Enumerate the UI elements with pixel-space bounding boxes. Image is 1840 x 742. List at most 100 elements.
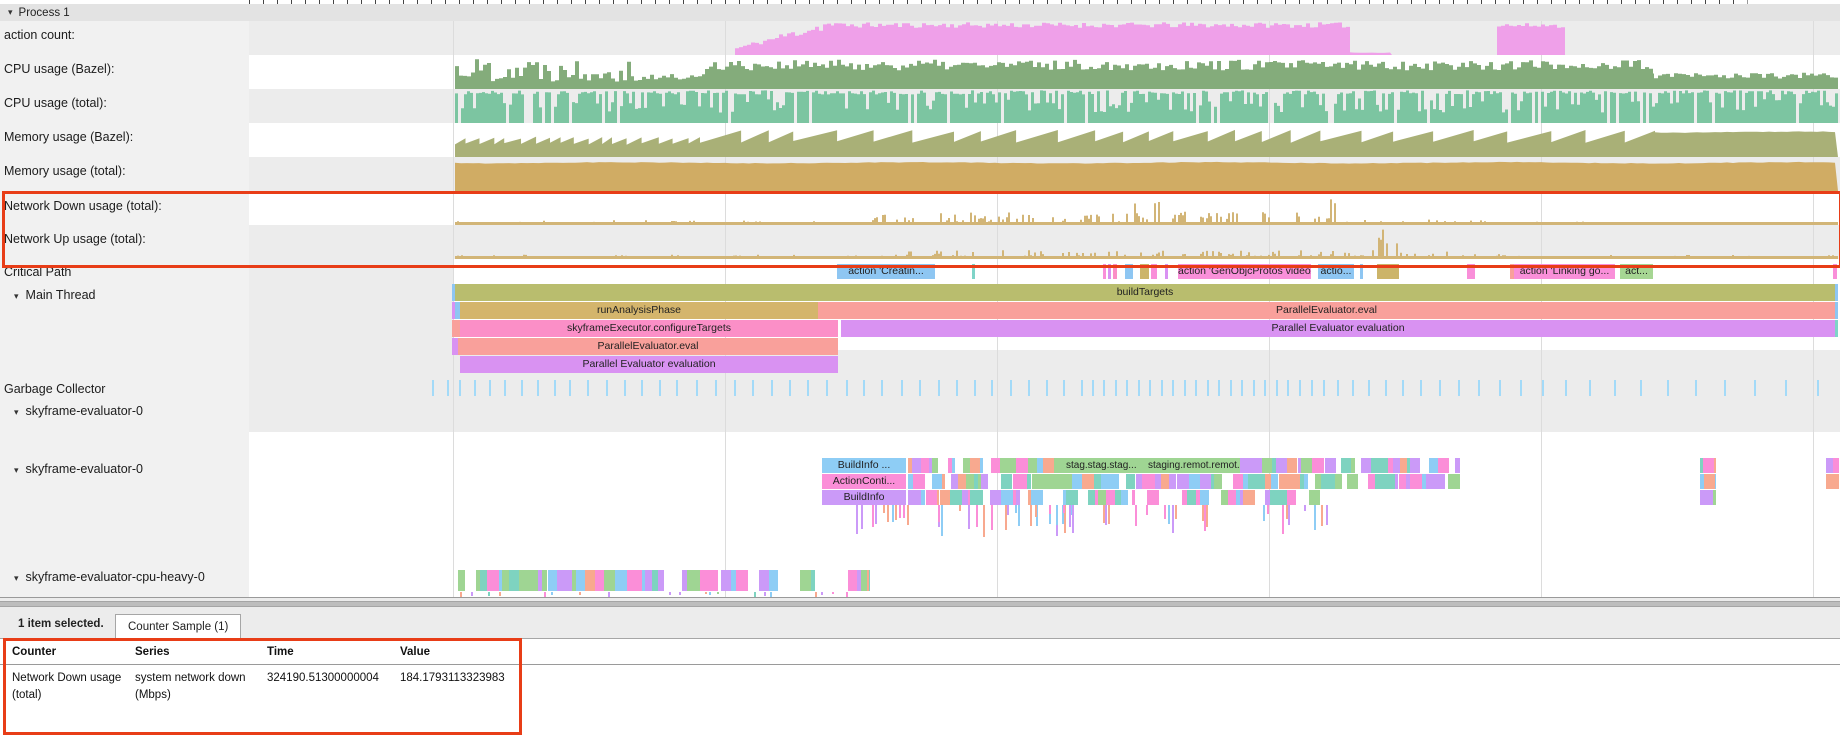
evaluator-slice-group[interactable]: stag.stag.stag...staging.remot.remot...	[1062, 458, 1240, 473]
cpu-heavy-slice[interactable]	[615, 570, 627, 591]
evaluator-slice[interactable]	[1826, 458, 1833, 473]
critical-path-slice[interactable]	[1113, 264, 1117, 279]
evaluator-slice[interactable]	[1288, 474, 1298, 489]
gc-event-tick[interactable]	[956, 380, 958, 396]
evaluator-slice[interactable]	[1704, 474, 1715, 489]
evaluator-slice[interactable]	[1713, 490, 1717, 505]
evaluator-slice[interactable]	[1087, 474, 1094, 489]
main-thread-slice[interactable]: buildTargets	[455, 284, 1835, 301]
gc-event-tick[interactable]	[1138, 380, 1140, 396]
gc-event-tick[interactable]	[1046, 380, 1048, 396]
evaluator-slice[interactable]	[991, 458, 1000, 473]
gc-event-tick[interactable]	[771, 380, 773, 396]
gc-event-tick[interactable]	[537, 380, 539, 396]
evaluator-slice[interactable]	[1248, 474, 1255, 489]
evaluator-slice[interactable]	[1368, 474, 1375, 489]
gc-event-tick[interactable]	[1218, 380, 1220, 396]
gc-event-tick[interactable]	[1520, 380, 1522, 396]
collapse-arrow-icon[interactable]: ▾	[14, 573, 19, 583]
evaluator-slice[interactable]	[1361, 458, 1371, 473]
gc-event-tick[interactable]	[447, 380, 449, 396]
evaluator-slice[interactable]	[1399, 474, 1407, 489]
gc-event-tick[interactable]	[521, 380, 523, 396]
evaluator-slice[interactable]	[1214, 474, 1223, 489]
gc-event-tick[interactable]	[1161, 380, 1163, 396]
evaluator-slice[interactable]	[1228, 490, 1235, 505]
evaluator-slice[interactable]	[1031, 490, 1044, 505]
evaluator-slice[interactable]	[970, 458, 980, 473]
gc-event-tick[interactable]	[734, 380, 736, 396]
sidebar-track-label[interactable]: ▾skyframe-evaluator-0	[14, 461, 143, 478]
critical-path-slice[interactable]: action 'Creatin...	[837, 264, 935, 279]
critical-path-slice[interactable]: actio...	[1318, 264, 1354, 279]
critical-path-slice[interactable]	[1151, 264, 1157, 279]
evaluator-slice[interactable]	[1287, 490, 1296, 505]
gc-event-tick[interactable]	[752, 380, 754, 396]
cpu-heavy-slice[interactable]	[869, 570, 870, 591]
gc-event-tick[interactable]	[1542, 380, 1544, 396]
evaluator-slice[interactable]	[1375, 458, 1382, 473]
cpu-heavy-slice[interactable]	[509, 570, 519, 591]
evaluator-slice[interactable]	[1714, 458, 1716, 473]
evaluator-slice[interactable]	[981, 474, 988, 489]
evaluator-slice[interactable]	[1715, 474, 1716, 489]
critical-path-slice[interactable]: act...	[1620, 264, 1653, 279]
evaluator-slice[interactable]	[1838, 474, 1839, 489]
evaluator-slice[interactable]	[1233, 474, 1243, 489]
evaluator-slice[interactable]	[1132, 490, 1136, 505]
gc-event-tick[interactable]	[881, 380, 883, 396]
main-thread-slice[interactable]: ParallelEvaluator.eval	[458, 338, 838, 355]
evaluator-slice[interactable]	[1400, 458, 1408, 473]
gc-event-tick[interactable]	[1207, 380, 1209, 396]
evaluator-slice[interactable]	[1287, 458, 1298, 473]
cpu-heavy-slice[interactable]	[480, 570, 488, 591]
evaluator-slice[interactable]	[1250, 458, 1263, 473]
gc-event-tick[interactable]	[676, 380, 678, 396]
gc-event-tick[interactable]	[606, 380, 608, 396]
gc-event-tick[interactable]	[991, 380, 993, 396]
cpu-heavy-slice[interactable]	[487, 570, 498, 591]
cpu-heavy-slice[interactable]	[711, 570, 718, 591]
gc-event-tick[interactable]	[1184, 380, 1186, 396]
gc-event-tick[interactable]	[474, 380, 476, 396]
evaluator-slice[interactable]	[1016, 490, 1020, 505]
evaluator-slice[interactable]	[1121, 490, 1128, 505]
gc-event-tick[interactable]	[1337, 380, 1339, 396]
gc-event-tick[interactable]	[1589, 380, 1591, 396]
gc-event-tick[interactable]	[1614, 380, 1616, 396]
critical-path-slice[interactable]	[1125, 264, 1133, 279]
gc-event-tick[interactable]	[1458, 380, 1460, 396]
evaluator-slice[interactable]	[1375, 474, 1383, 489]
gc-event-tick[interactable]	[459, 380, 461, 396]
panel-splitter[interactable]	[0, 597, 1840, 613]
gc-event-tick[interactable]	[569, 380, 571, 396]
evaluator-slice[interactable]	[912, 458, 921, 473]
gc-event-tick[interactable]	[1565, 380, 1567, 396]
critical-path-slice[interactable]	[1360, 264, 1363, 279]
evaluator-slice[interactable]	[1826, 474, 1838, 489]
evaluator-slice[interactable]	[1383, 474, 1394, 489]
evaluator-slice[interactable]	[952, 458, 955, 473]
col-header-value[interactable]: Value	[400, 646, 430, 658]
gc-event-tick[interactable]	[938, 380, 940, 396]
critical-path-slice[interactable]	[1108, 264, 1111, 279]
gc-event-tick[interactable]	[1785, 380, 1787, 396]
gc-event-tick[interactable]	[1478, 380, 1480, 396]
collapse-arrow-icon[interactable]: ▾	[8, 7, 13, 18]
evaluator-slice[interactable]	[1221, 490, 1228, 505]
gc-event-tick[interactable]	[1420, 380, 1422, 396]
critical-path-slice[interactable]	[1165, 264, 1168, 279]
evaluator-slice[interactable]	[1276, 458, 1287, 473]
gc-event-tick[interactable]	[1287, 380, 1289, 396]
gc-event-tick[interactable]	[1311, 380, 1313, 396]
evaluator-slice[interactable]	[1106, 490, 1116, 505]
critical-path-slice[interactable]	[972, 264, 975, 279]
evaluator-slice[interactable]	[1001, 490, 1013, 505]
gc-event-tick[interactable]	[1195, 380, 1197, 396]
cpu-heavy-slice[interactable]	[703, 570, 710, 591]
evaluator-slice[interactable]	[913, 474, 925, 489]
evaluator-slice[interactable]	[1703, 458, 1713, 473]
evaluator-slice[interactable]	[970, 490, 979, 505]
evaluator-slice[interactable]	[979, 490, 983, 505]
gc-event-tick[interactable]	[504, 380, 506, 396]
